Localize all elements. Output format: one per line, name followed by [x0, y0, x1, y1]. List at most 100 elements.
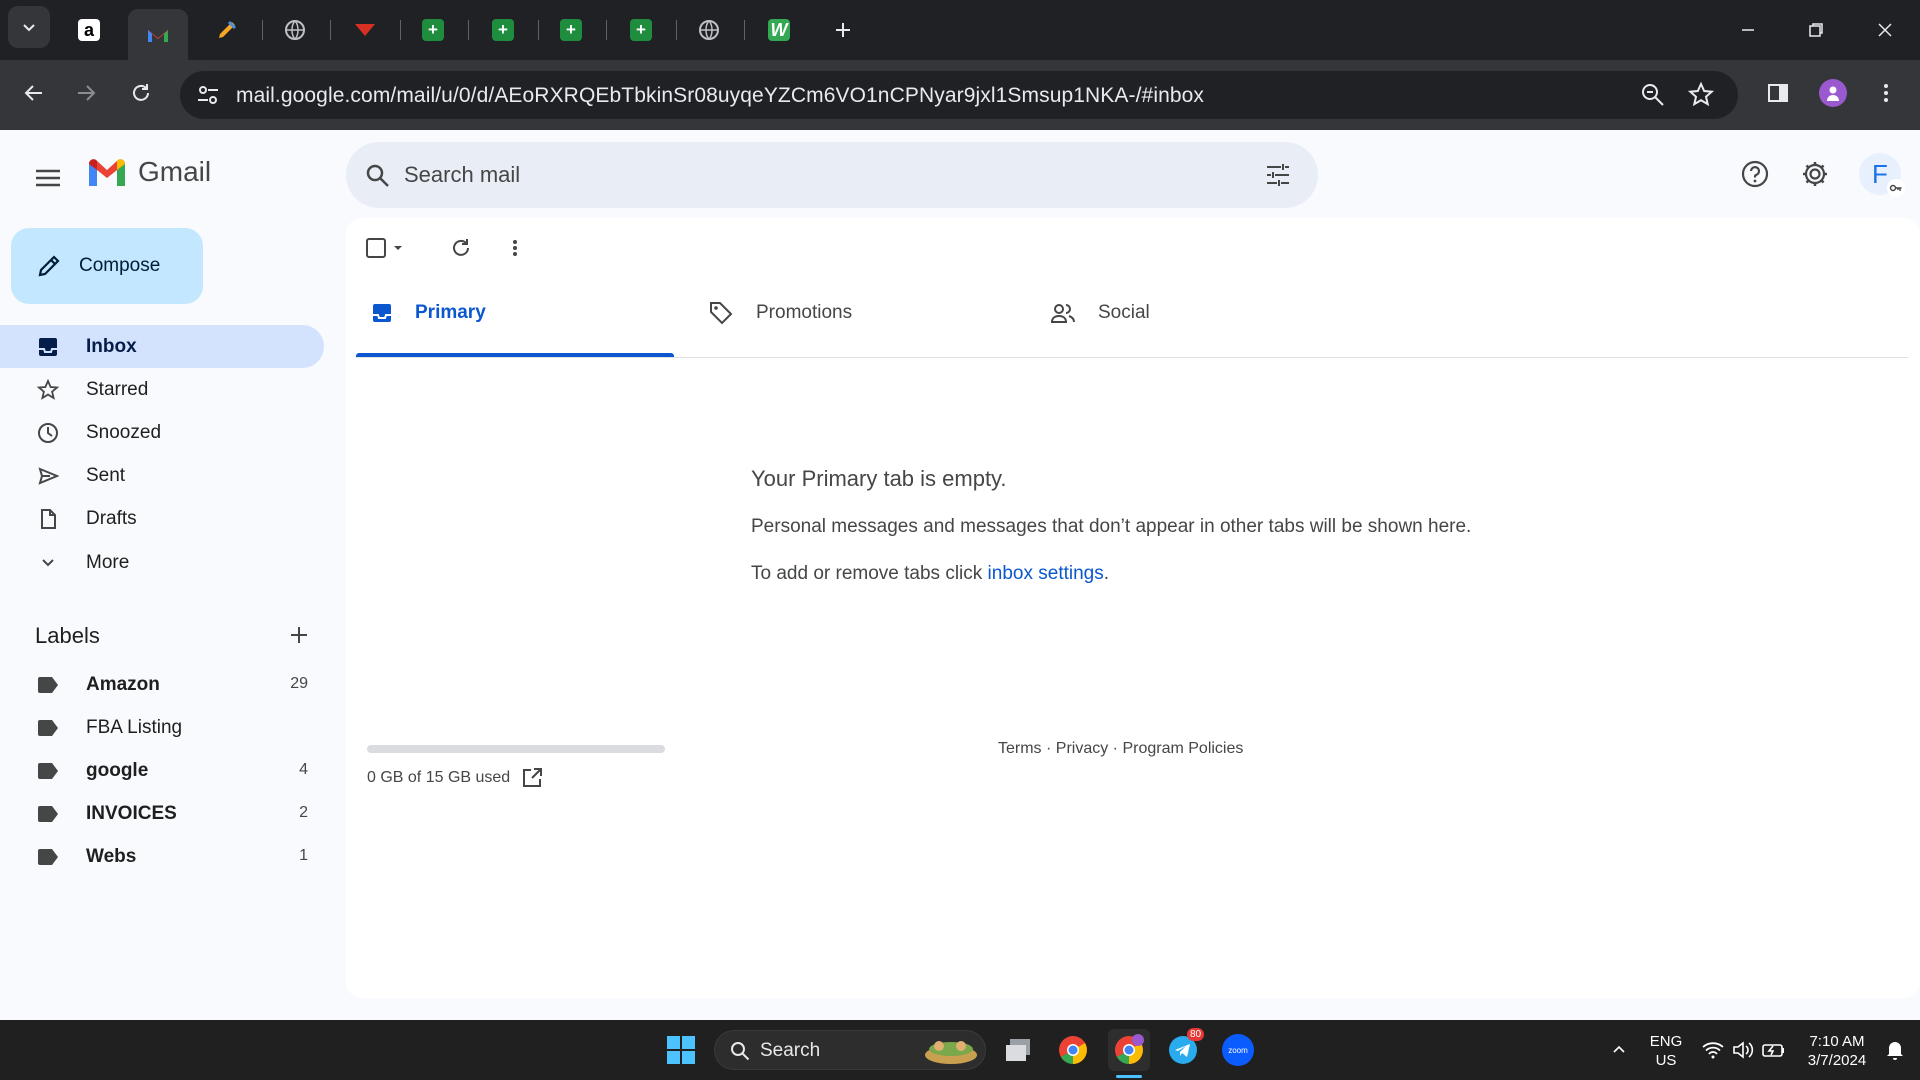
more-actions-button[interactable] — [499, 232, 531, 264]
refresh-button[interactable] — [445, 232, 477, 264]
nav-item-drafts[interactable]: Drafts — [0, 497, 324, 540]
label-item-google[interactable]: google 4 — [0, 751, 324, 791]
url-text[interactable]: mail.google.com/mail/u/0/d/AEoRXRQEbTbki… — [236, 84, 1204, 108]
zoom-icon: zoom — [1222, 1034, 1254, 1066]
vertical-dots-icon — [1884, 84, 1888, 102]
nav-item-starred[interactable]: Starred — [0, 368, 324, 411]
star-icon — [36, 378, 60, 402]
start-button[interactable] — [661, 1030, 701, 1070]
support-button[interactable] — [1735, 154, 1775, 194]
browser-tab-pencil-app[interactable] — [200, 9, 254, 51]
tag-icon — [710, 302, 733, 325]
clock-icon — [36, 421, 60, 445]
reload-button[interactable] — [121, 73, 161, 113]
lang-bottom: US — [1655, 1052, 1677, 1069]
search-options-icon[interactable] — [1264, 161, 1292, 189]
bookmark-button[interactable] — [1687, 81, 1715, 109]
main-menu-button[interactable] — [30, 160, 66, 196]
show-hidden-icons-button[interactable] — [1599, 1030, 1639, 1070]
minimize-button[interactable] — [1725, 12, 1771, 48]
compose-button[interactable]: Compose — [11, 228, 203, 304]
taskbar-telegram[interactable]: 80 — [1163, 1028, 1205, 1070]
close-icon — [1878, 23, 1892, 37]
label-item-webs[interactable]: Webs 1 — [0, 837, 324, 877]
taskbar-chrome-1[interactable] — [1053, 1030, 1093, 1070]
search-bar[interactable] — [346, 142, 1318, 208]
nav-item-inbox[interactable]: Inbox — [0, 325, 324, 368]
nav-item-more[interactable]: More — [0, 541, 324, 584]
notifications-button[interactable] — [1878, 1030, 1912, 1070]
profile-button[interactable] — [1813, 73, 1853, 113]
pencil-app-icon — [219, 20, 237, 38]
browser-tab-sheets-1[interactable]: + — [406, 9, 460, 51]
label-tag-icon — [38, 806, 58, 822]
language-indicator[interactable]: ENG US — [1646, 1032, 1686, 1070]
browser-tab-w-app[interactable]: W — [752, 9, 806, 51]
create-label-button[interactable] — [284, 620, 314, 650]
restore-icon — [1809, 23, 1823, 37]
label-tag-icon — [38, 720, 58, 736]
inbox-settings-link[interactable]: inbox settings — [988, 563, 1104, 584]
browser-menu-button[interactable] — [1866, 73, 1906, 113]
browser-tab-red-site[interactable] — [338, 9, 392, 51]
hint-suffix: . — [1103, 563, 1110, 584]
gmail-logo[interactable]: Gmail — [86, 156, 211, 188]
account-button[interactable]: F — [1858, 152, 1905, 197]
browser-tab-amazon[interactable]: a — [62, 9, 116, 51]
search-input[interactable] — [404, 142, 1204, 208]
gmail-m-icon — [89, 159, 125, 186]
nav-item-sent[interactable]: Sent — [0, 454, 324, 497]
search-icon[interactable] — [364, 162, 392, 190]
label-name: INVOICES — [86, 803, 177, 824]
site-info-icon[interactable] — [194, 81, 222, 109]
zoom-button[interactable] — [1639, 81, 1667, 109]
tab-promotions[interactable]: Promotions — [708, 278, 852, 348]
tab-primary[interactable]: Primary — [371, 278, 486, 348]
manage-storage-button[interactable] — [520, 766, 544, 790]
browser-tab-sheets-4[interactable]: + — [614, 9, 668, 51]
globe-icon — [285, 20, 305, 40]
taskbar-search[interactable]: Search — [714, 1030, 986, 1070]
zoom-icon-label: zoom — [1228, 1045, 1248, 1055]
clock[interactable]: 7:10 AM 3/7/2024 — [1796, 1032, 1878, 1070]
label-item-amazon[interactable]: Amazon 29 — [0, 665, 324, 705]
task-view-button[interactable] — [998, 1030, 1038, 1070]
message-list-panel: Primary Promotions Social Your Primary t… — [346, 218, 1920, 998]
browser-tab-sheets-3[interactable]: + — [544, 9, 598, 51]
labels-heading: Labels — [35, 623, 100, 648]
restore-button[interactable] — [1793, 12, 1839, 48]
label-name: FBA Listing — [86, 717, 183, 738]
label-item-invoices[interactable]: INVOICES 2 — [0, 794, 324, 834]
nav-item-snoozed[interactable]: Snoozed — [0, 411, 324, 454]
privacy-link[interactable]: Privacy — [1056, 740, 1108, 757]
new-tab-button[interactable] — [816, 9, 870, 51]
globe-icon — [699, 20, 719, 40]
browser-tab-globe-2[interactable] — [682, 9, 736, 51]
profile-avatar-icon — [1819, 79, 1847, 107]
forward-button[interactable] — [66, 73, 106, 113]
taskbar-zoom[interactable]: zoom — [1218, 1030, 1258, 1070]
back-button[interactable] — [14, 73, 54, 113]
zoom-magnifier-icon — [1642, 84, 1664, 106]
label-item-fba-listing[interactable]: FBA Listing — [0, 708, 324, 748]
label-name: google — [86, 760, 149, 781]
close-window-button[interactable] — [1862, 12, 1908, 48]
amazon-icon: a — [78, 19, 100, 41]
terms-link[interactable]: Terms — [998, 740, 1042, 757]
side-panel-button[interactable] — [1758, 73, 1798, 113]
tab-social[interactable]: Social — [1050, 278, 1150, 348]
lang-top: ENG — [1649, 1033, 1683, 1050]
label-name: Webs — [86, 846, 137, 867]
star-outline-icon — [1687, 81, 1715, 107]
browser-tab-sheets-2[interactable]: + — [476, 9, 530, 51]
address-bar[interactable]: mail.google.com/mail/u/0/d/AEoRXRQEbTbki… — [180, 71, 1738, 119]
system-tray-quick-settings[interactable] — [1696, 1030, 1792, 1070]
tab-search-button[interactable] — [8, 6, 50, 48]
browser-tab-globe[interactable] — [268, 9, 322, 51]
select-all-checkbox[interactable] — [364, 232, 412, 264]
program-policies-link[interactable]: Program Policies — [1122, 740, 1243, 757]
active-app-indicator — [1116, 1075, 1142, 1078]
settings-button[interactable] — [1795, 154, 1835, 194]
taskbar-chrome-2[interactable] — [1108, 1029, 1150, 1071]
browser-tab-gmail[interactable] — [128, 9, 188, 60]
